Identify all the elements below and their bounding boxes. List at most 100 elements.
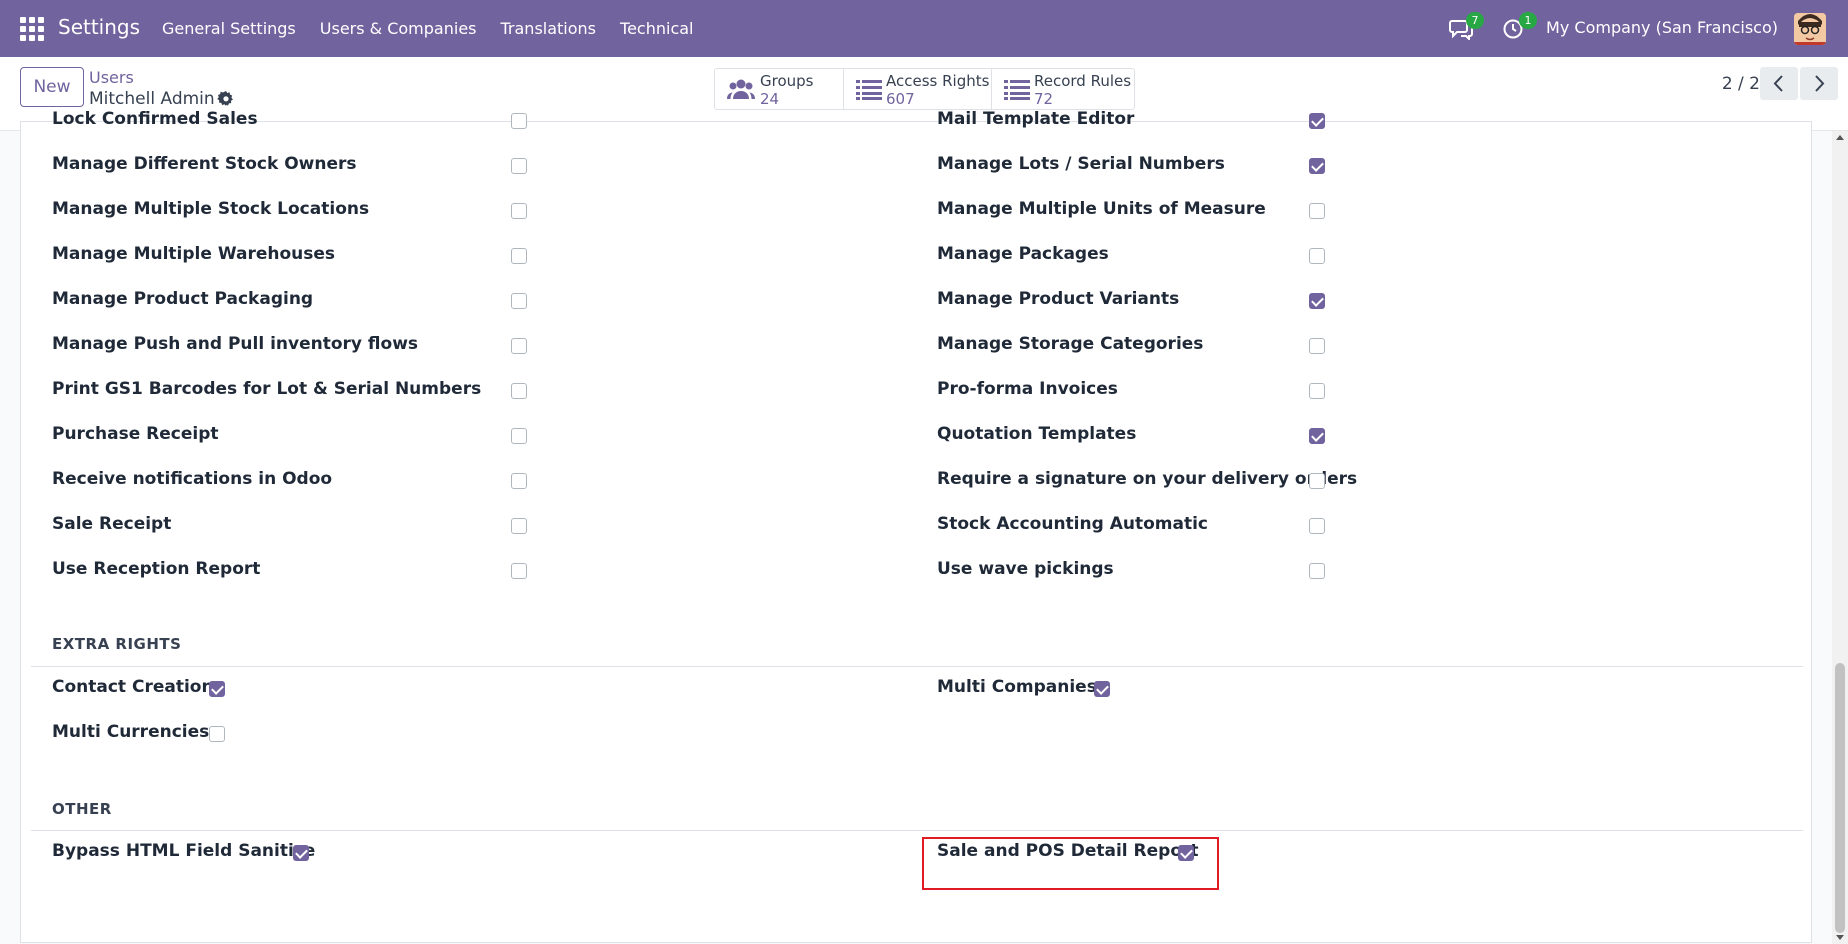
- warehouses-checkbox[interactable]: [511, 248, 527, 264]
- record-rules-count: 72: [1034, 90, 1054, 108]
- company-switcher[interactable]: My Company (San Francisco): [1546, 18, 1778, 37]
- setting-label: Manage Different Stock Owners: [52, 154, 357, 174]
- pager-next-button[interactable]: [1800, 67, 1838, 100]
- stock-accounting-checkbox[interactable]: [1309, 518, 1325, 534]
- users-group-icon: [727, 78, 755, 104]
- setting-label: Contact Creation: [52, 677, 214, 697]
- setting-label: Manage Lots / Serial Numbers: [937, 154, 1225, 174]
- access-rights-label: Access Rights: [886, 72, 990, 90]
- quotation-templates-checkbox[interactable]: [1309, 428, 1325, 444]
- new-button[interactable]: New: [20, 67, 84, 107]
- menu-users-companies[interactable]: Users & Companies: [320, 19, 477, 38]
- multi-currencies-checkbox[interactable]: [209, 726, 225, 742]
- groups-count: 24: [760, 90, 780, 108]
- setting-label: Multi Companies: [937, 677, 1097, 697]
- stock-locations-checkbox[interactable]: [511, 203, 527, 219]
- setting-label: Lock Confirmed Sales: [52, 109, 258, 129]
- groups-label: Groups: [760, 72, 814, 90]
- gs1-barcodes-checkbox[interactable]: [511, 383, 527, 399]
- setting-label: Receive notifications in Odoo: [52, 469, 333, 489]
- section-title-extra-rights: EXTRA RIGHTS: [52, 635, 182, 653]
- access-rights-count: 607: [886, 90, 915, 108]
- record-rules-label: Record Rules: [1034, 72, 1132, 90]
- main-menu: General Settings Users & Companies Trans…: [162, 0, 717, 57]
- activity-badge: 1: [1519, 12, 1537, 29]
- vertical-scrollbar[interactable]: [1832, 131, 1848, 944]
- mail-template-editor-checkbox[interactable]: [1309, 113, 1325, 129]
- section-divider: [31, 830, 1803, 831]
- setting-label: Manage Product Packaging: [52, 289, 314, 309]
- record-name: Mitchell Admin: [89, 89, 215, 109]
- chevron-left-icon: [1773, 75, 1783, 92]
- chevron-right-icon: [1815, 75, 1825, 92]
- setting-label: Stock Accounting Automatic: [937, 514, 1208, 534]
- storage-categories-checkbox[interactable]: [1309, 338, 1325, 354]
- highlight-annotation: [922, 837, 1219, 890]
- menu-translations[interactable]: Translations: [501, 19, 597, 38]
- setting-label: Manage Packages: [937, 244, 1109, 264]
- pro-forma-invoices-checkbox[interactable]: [1309, 383, 1325, 399]
- section-divider: [31, 666, 1803, 667]
- setting-label: Manage Multiple Units of Measure: [937, 199, 1266, 219]
- odoo-notifications-checkbox[interactable]: [511, 473, 527, 489]
- contact-creation-checkbox[interactable]: [209, 681, 225, 697]
- setting-label: Mail Template Editor: [937, 109, 1135, 129]
- messages-badge: 7: [1466, 12, 1484, 29]
- list-icon: [856, 78, 882, 104]
- setting-label: Manage Product Variants: [937, 289, 1180, 309]
- menu-general-settings[interactable]: General Settings: [162, 19, 296, 38]
- breadcrumb-users[interactable]: Users: [89, 68, 134, 87]
- setting-label: Use Reception Report: [52, 559, 261, 579]
- setting-label: Pro-forma Invoices: [937, 379, 1118, 399]
- product-packaging-checkbox[interactable]: [511, 293, 527, 309]
- packages-checkbox[interactable]: [1309, 248, 1325, 264]
- purchase-receipt-checkbox[interactable]: [511, 428, 527, 444]
- wave-pickings-checkbox[interactable]: [1309, 563, 1325, 579]
- setting-label: Bypass HTML Field Sanitize: [52, 841, 316, 861]
- groups-stat-button[interactable]: Groups 24: [715, 69, 844, 109]
- bypass-html-sanitize-checkbox[interactable]: [293, 845, 309, 861]
- access-rights-stat-button[interactable]: Access Rights 607: [844, 69, 992, 109]
- setting-label: Manage Multiple Warehouses: [52, 244, 336, 264]
- apps-menu-icon[interactable]: [20, 17, 44, 41]
- setting-label: Sale Receipt: [52, 514, 172, 534]
- setting-label: Multi Currencies: [52, 722, 210, 742]
- setting-label: Manage Push and Pull inventory flows: [52, 334, 419, 354]
- user-avatar[interactable]: [1794, 13, 1826, 45]
- setting-label: Use wave pickings: [937, 559, 1114, 579]
- form-sheet: Lock Confirmed Sales Manage Different St…: [20, 109, 1812, 943]
- stock-owners-checkbox[interactable]: [511, 158, 527, 174]
- multi-companies-checkbox[interactable]: [1094, 681, 1110, 697]
- scroll-down-icon[interactable]: [1836, 935, 1844, 940]
- top-navbar: Settings General Settings Users & Compan…: [0, 0, 1848, 57]
- setting-label: Purchase Receipt: [52, 424, 219, 444]
- record-rules-stat-button[interactable]: Record Rules 72: [992, 69, 1134, 109]
- activity-clock-icon[interactable]: 1: [1502, 12, 1537, 40]
- push-pull-flows-checkbox[interactable]: [511, 338, 527, 354]
- sale-receipt-checkbox[interactable]: [511, 518, 527, 534]
- control-panel: New Users Mitchell Admin Groups 24 Acces…: [0, 57, 1848, 131]
- lock-confirmed-sales-checkbox[interactable]: [511, 113, 527, 129]
- menu-technical[interactable]: Technical: [620, 19, 693, 38]
- product-variants-checkbox[interactable]: [1309, 293, 1325, 309]
- list-icon: [1004, 78, 1030, 104]
- setting-label: Manage Multiple Stock Locations: [52, 199, 370, 219]
- pager-value[interactable]: 2 / 2: [1722, 74, 1760, 94]
- form-content: Lock Confirmed Sales Manage Different St…: [0, 109, 1848, 944]
- reception-report-checkbox[interactable]: [511, 563, 527, 579]
- section-title-other: OTHER: [52, 800, 112, 818]
- messages-icon[interactable]: 7: [1449, 12, 1484, 42]
- smart-buttons: Groups 24 Access Rights 607 Record Rules…: [714, 68, 1135, 110]
- app-title[interactable]: Settings: [58, 15, 140, 39]
- pager-previous-button[interactable]: [1760, 67, 1798, 100]
- setting-label: Quotation Templates: [937, 424, 1137, 444]
- scrollbar-thumb[interactable]: [1835, 663, 1845, 933]
- lots-serial-numbers-checkbox[interactable]: [1309, 158, 1325, 174]
- setting-label: Manage Storage Categories: [937, 334, 1204, 354]
- delivery-signature-checkbox[interactable]: [1309, 473, 1325, 489]
- scroll-up-icon[interactable]: [1836, 135, 1844, 140]
- setting-label: Require a signature on your delivery ord…: [937, 469, 1358, 489]
- units-of-measure-checkbox[interactable]: [1309, 203, 1325, 219]
- gear-icon[interactable]: [217, 90, 235, 108]
- setting-label: Print GS1 Barcodes for Lot & Serial Numb…: [52, 379, 482, 399]
